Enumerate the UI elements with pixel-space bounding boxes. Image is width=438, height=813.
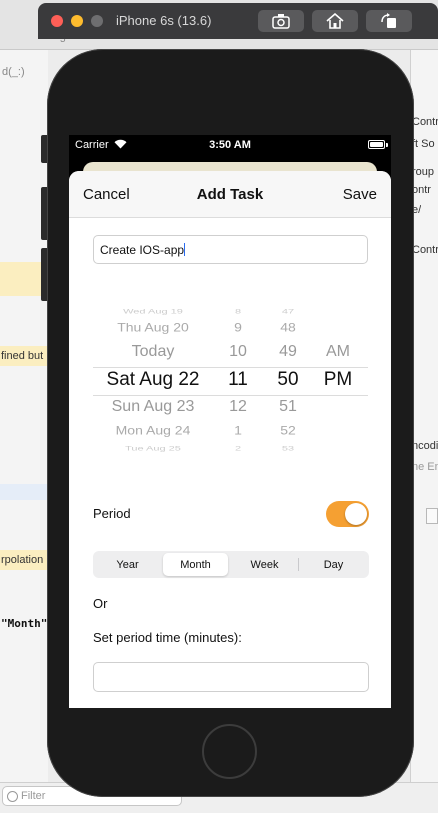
picker-ampm-option: AM <box>326 343 350 360</box>
status-time: 3:50 AM <box>209 139 251 151</box>
screenshot-button[interactable] <box>258 10 304 32</box>
rotate-button[interactable] <box>366 10 412 32</box>
minimize-window-button[interactable] <box>71 15 83 27</box>
segment-divider <box>298 558 299 571</box>
inspector-item: ncodi <box>412 440 438 452</box>
picker-date-column[interactable]: Wed Aug 19 Thu Aug 20 Today Sat Aug 22 S… <box>93 301 213 461</box>
segment-year[interactable]: Year <box>95 553 160 576</box>
home-icon <box>326 13 344 29</box>
picker-date-option: Tue Aug 25 <box>125 445 181 453</box>
xcode-interpolation-text: rpolation <box>1 554 44 566</box>
battery-tip <box>386 143 388 147</box>
zoom-window-button[interactable] <box>91 15 103 27</box>
picker-minute-option: 48 <box>280 320 296 334</box>
period-label: Period <box>93 506 131 521</box>
save-button[interactable]: Save <box>343 186 377 203</box>
inspector-item: ontr <box>412 184 431 196</box>
picker-hour-option: 12 <box>229 398 247 415</box>
date-time-picker[interactable]: Wed Aug 19 Thu Aug 20 Today Sat Aug 22 S… <box>93 301 368 461</box>
picker-hour-column[interactable]: 8 9 10 11 12 1 2 <box>213 301 263 461</box>
segment-week[interactable]: Week <box>232 553 297 576</box>
iphone-screen: Carrier 3:50 AM Cancel Add Task Save Cre… <box>69 135 391 708</box>
task-name-value: Create IOS-app <box>100 243 185 257</box>
picker-date-option: Thu Aug 20 <box>117 320 189 334</box>
navigation-bar: Cancel Add Task Save <box>69 171 391 218</box>
picker-minute-option: 51 <box>279 398 297 415</box>
period-toggle[interactable] <box>326 501 369 527</box>
picker-hour-selected: 11 <box>228 369 248 390</box>
inspector-checkbox[interactable] <box>426 508 438 524</box>
inspector-item: ne En <box>412 461 438 473</box>
picker-date-option: Today <box>131 343 175 360</box>
inspector-item: Contr <box>412 244 438 256</box>
picker-hour-option: 2 <box>234 445 242 453</box>
rotate-icon <box>381 13 396 28</box>
xcode-method-label: d(_:) <box>2 66 25 78</box>
picker-hour-option: 8 <box>234 308 242 316</box>
period-segmented-control: Year Month Week Day <box>93 551 369 578</box>
task-name-field[interactable]: Create IOS-app <box>93 235 368 264</box>
home-button[interactable] <box>312 10 358 32</box>
inspector-item: Contr <box>412 116 438 128</box>
add-task-sheet: Cancel Add Task Save Create IOS-app Wed … <box>69 171 391 708</box>
xcode-warning-text: fined but <box>1 350 44 362</box>
picker-ampm-column[interactable]: AM PM <box>313 301 363 461</box>
picker-hour-option: 1 <box>234 423 242 437</box>
period-minutes-field[interactable] <box>93 662 369 692</box>
text-cursor <box>184 243 186 256</box>
xcode-code-text: "Month" <box>1 617 48 630</box>
inspector-item: ft So <box>412 138 435 150</box>
picker-minute-option: 53 <box>281 445 295 453</box>
picker-ampm-selected: PM <box>323 369 353 390</box>
picker-minute-option: 49 <box>279 343 297 360</box>
inspector-item: roup <box>412 166 435 178</box>
picker-hour-option: 9 <box>234 320 242 334</box>
close-window-button[interactable] <box>51 15 63 27</box>
toggle-knob <box>345 503 367 525</box>
or-label: Or <box>93 596 108 611</box>
picker-date-selected: Sat Aug 22 <box>106 369 200 390</box>
picker-date-option: Mon Aug 24 <box>115 423 191 437</box>
xcode-navigator <box>0 50 48 813</box>
simulator-title: iPhone 6s (13.6) <box>116 13 212 28</box>
camera-icon <box>272 14 290 29</box>
status-bar: Carrier 3:50 AM <box>69 135 391 155</box>
segment-day[interactable]: Day <box>301 553 366 576</box>
picker-minute-option: 52 <box>280 423 296 437</box>
simulator-titlebar: iPhone 6s (13.6) <box>38 3 438 39</box>
battery-icon <box>368 140 385 149</box>
picker-date-option: Sun Aug 23 <box>111 398 195 415</box>
picker-minute-selected: 50 <box>277 369 299 390</box>
picker-minute-column[interactable]: 47 48 49 50 51 52 53 <box>263 301 313 461</box>
period-minutes-label: Set period time (minutes): <box>93 630 242 645</box>
picker-date-option: Wed Aug 19 <box>123 308 183 316</box>
filter-icon <box>7 791 18 802</box>
xcode-inspector <box>410 50 438 813</box>
xcode-selected-line <box>0 484 48 500</box>
device-home-button[interactable] <box>202 724 257 779</box>
picker-hour-option: 10 <box>229 343 247 360</box>
filter-placeholder: Filter <box>21 790 46 802</box>
picker-minute-option: 47 <box>281 308 295 316</box>
segment-month[interactable]: Month <box>163 553 228 576</box>
